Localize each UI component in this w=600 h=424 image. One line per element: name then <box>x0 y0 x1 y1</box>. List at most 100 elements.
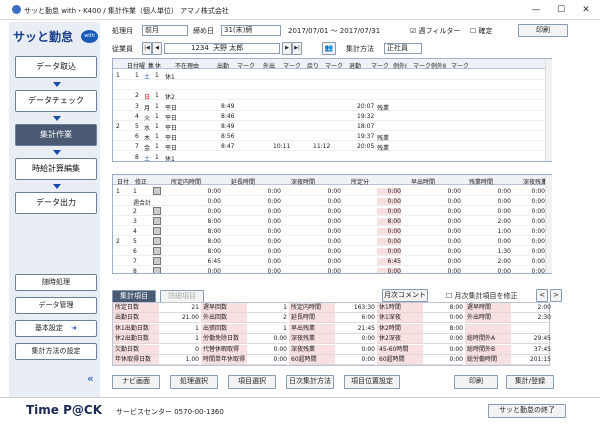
clock-in: 8:49 <box>221 102 235 110</box>
close-button[interactable]: ✕ <box>578 3 594 17</box>
edit-toggle[interactable] <box>153 247 161 255</box>
value-cell: 6:45 <box>207 258 221 265</box>
last-employee-button[interactable]: ▶| <box>292 42 302 55</box>
table-row[interactable]: 2 5 水 1 平日 8:49 18:07 <box>113 121 545 132</box>
week-number: 2 <box>116 238 120 245</box>
collapse-icon[interactable]: « <box>87 372 94 385</box>
table-row[interactable]: 7 金 1 平日 8:47 10:11 11:12 20:05 残業 <box>113 141 545 152</box>
summary-key: 代替休暇取得 <box>201 344 247 355</box>
adhoc-button[interactable]: 随時処理 <box>15 274 97 291</box>
value-cell: 0:00 <box>377 268 401 273</box>
table-row[interactable]: 4 火 1 平日 8:46 19:32 <box>113 111 545 122</box>
employee-select[interactable]: 1234 天野 太郎 <box>164 43 280 54</box>
value-cell: 0:00 <box>377 208 401 215</box>
nav-data-export-button[interactable]: データ出力 <box>15 192 97 214</box>
week-filter-checkbox[interactable]: ☑ 週フィルター <box>410 26 460 36</box>
calc-grid-scrollbar[interactable] <box>545 175 552 273</box>
data-management-button[interactable]: データ管理 <box>15 297 97 314</box>
value-cell: 0:00 <box>497 268 511 274</box>
brand-badge: with <box>81 30 98 43</box>
monthly-comment-button[interactable]: 月次コメント <box>382 289 428 302</box>
edit-toggle[interactable] <box>153 187 161 195</box>
arrow-right-icon: ➜ <box>71 324 78 332</box>
value-cell: 0:00 <box>531 258 545 265</box>
summary-value: 1 <box>159 334 199 345</box>
summary-key: 総労働時間 <box>465 355 511 365</box>
summary-key: 遅早時間 <box>465 303 511 313</box>
value-cell: 0:00 <box>531 268 545 274</box>
edit-toggle[interactable] <box>153 217 161 225</box>
table-row[interactable]: 3 月 1 平日 8:49 20:07 残業 <box>113 101 545 112</box>
edit-toggle[interactable] <box>153 227 161 235</box>
clock-in: 8:47 <box>221 143 235 151</box>
table-row[interactable]: 6 8:00 0:00 0:00 0:00 0:00 1:30 0:00 <box>113 246 545 256</box>
prev-page-button[interactable]: < <box>536 289 548 302</box>
table-row[interactable]: 3 8:00 0:00 0:00 8:00 0:00 2:00 0:00 <box>113 216 545 226</box>
maximize-button[interactable]: ☐ <box>553 3 569 17</box>
register-button[interactable]: 集計/登録 <box>506 375 554 389</box>
daily-method-button[interactable]: 日次集計方法 <box>286 375 334 389</box>
minimize-button[interactable]: — <box>528 3 544 17</box>
cutoff-select[interactable]: 31(末)締 <box>221 25 281 36</box>
summary-value: 0:00 <box>423 355 463 365</box>
nav-aggregate-button[interactable]: 集計作業 <box>15 124 97 146</box>
edit-toggle[interactable] <box>153 257 161 265</box>
summary-key: 総時間外B <box>465 344 511 355</box>
table-row[interactable]: 7 6:45 0:00 0:00 6:45 0:00 2:00 0:00 <box>113 256 545 266</box>
value-cell: 0:00 <box>267 248 281 255</box>
method-settings-button[interactable]: 集計方法の設定 <box>15 343 97 360</box>
monthly-correct-checkbox[interactable]: ☐ 月次集計項目を修正 <box>446 291 518 301</box>
value-cell: 0:00 <box>267 258 281 265</box>
summary-key: 労働免除日数 <box>201 334 247 345</box>
table-row[interactable]: 2 0:00 0:00 0:00 0:00 0:00 0:00 0:00 <box>113 206 545 216</box>
daily-grid-scrollbar[interactable] <box>545 59 552 161</box>
first-employee-button[interactable]: |◀ <box>142 42 152 55</box>
value-cell: 8:00 <box>207 228 221 235</box>
search-employee-button[interactable]: 👥 <box>322 42 336 55</box>
nav-hourly-edit-button[interactable]: 時給計算編集 <box>15 158 97 180</box>
nav-data-check-button[interactable]: データチェック <box>15 90 97 112</box>
confirm-checkbox[interactable]: ☐ 確定 <box>470 26 493 36</box>
day-cell: 8 <box>135 153 139 161</box>
summary-key: 休2出勤日数 <box>113 334 159 345</box>
summary-key: 休1深夜 <box>377 313 423 324</box>
summary-value: 1 <box>159 324 199 334</box>
table-row[interactable]: 1 1 0:00 0:00 0:00 0:00 0:00 0:00 0:00 <box>113 186 545 196</box>
calc-header-cell: 深夜時間 <box>291 179 316 186</box>
table-row[interactable]: 6 木 1 平日 8:56 19:37 残業 <box>113 131 545 142</box>
value-cell: 0:00 <box>327 238 341 245</box>
table-row[interactable]: 1 1 土 1 休1 <box>113 70 545 81</box>
edit-toggle[interactable] <box>153 267 161 273</box>
item-position-button[interactable]: 項目位置設定 <box>344 375 400 389</box>
value-cell: 0:00 <box>267 198 281 205</box>
daily-header-cell: マーク <box>371 63 390 70</box>
table-row[interactable]: 2 日 1 休2 <box>113 90 545 101</box>
summary-value: 21:45 <box>335 324 375 334</box>
print-button[interactable]: 印刷 <box>454 375 498 389</box>
window-title: サッと勤怠 with・K400 / 集計作業（個人単位） アマノ株式会社 <box>24 7 229 15</box>
summary-value: 37:45 <box>511 345 551 355</box>
table-row[interactable] <box>113 80 545 91</box>
process-select-button[interactable]: 処理選択 <box>170 375 218 389</box>
table-row[interactable]: 2 5 8:00 0:00 0:00 0:00 0:00 0:00 0:00 <box>113 236 545 246</box>
flow-arrow-icon <box>53 150 61 155</box>
daily-stamp-grid: 日付曜集休不在理由 出勤 マーク 外出 マーク 戻り マーク 退勤 マーク 例外Ⅰ マーク 例外Ⅱ マー… <box>112 58 552 162</box>
period-select[interactable]: 前月 <box>142 25 188 36</box>
table-row[interactable]: 8 土 1 休1 <box>113 152 545 161</box>
table-row[interactable]: 8 0:00 0:00 0:00 0:00 0:00 0:00 0:00 <box>113 266 545 274</box>
edit-toggle[interactable] <box>153 237 161 245</box>
item-select-button[interactable]: 項目選択 <box>228 375 276 389</box>
next-employee-button[interactable]: ▶ <box>282 42 292 55</box>
nav-data-import-button[interactable]: データ取込 <box>15 56 97 78</box>
brand: サッと勤怠 with <box>9 22 100 48</box>
table-row[interactable]: 4 8:00 0:00 0:00 0:00 0:00 1:00 0:00 <box>113 226 545 236</box>
print-top-button[interactable]: 印刷 <box>518 24 568 37</box>
prev-employee-button[interactable]: ◀ <box>152 42 162 55</box>
next-page-button[interactable]: > <box>550 289 562 302</box>
table-row[interactable]: 週合計 0:00 0:00 0:00 0:00 0:00 0:00 0:00 <box>113 196 545 207</box>
exit-app-button[interactable]: サッと勤怠の終了 <box>488 404 566 418</box>
edit-toggle[interactable] <box>153 207 161 215</box>
basic-settings-button[interactable]: 基本設定 ➜ <box>15 320 97 337</box>
value-cell: 0:00 <box>267 268 281 274</box>
navi-screen-button[interactable]: ナビ画面 <box>112 375 160 389</box>
